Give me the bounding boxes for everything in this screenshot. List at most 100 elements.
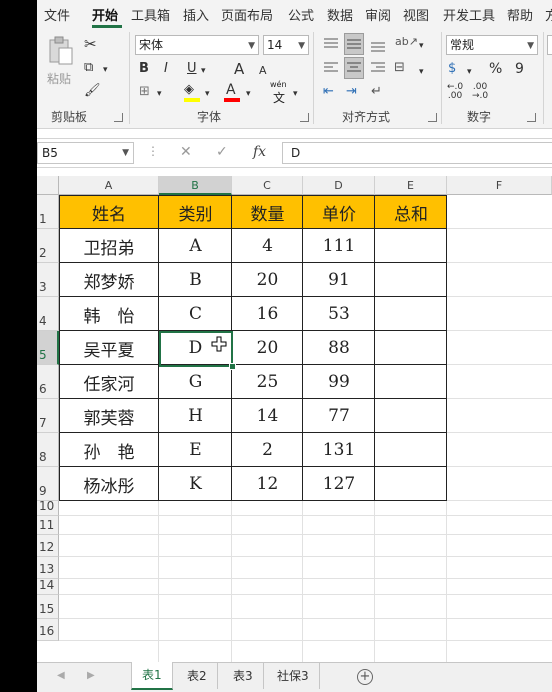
sheet-tab-1[interactable]: 表1 bbox=[131, 662, 173, 690]
decrease-decimal-icon[interactable]: .00 →.0 bbox=[472, 83, 488, 101]
shrink-font-button[interactable]: A bbox=[259, 63, 267, 79]
sheet-tab-2[interactable]: 表2 bbox=[177, 663, 218, 689]
row-header-13[interactable]: 13 bbox=[37, 557, 59, 579]
fill-handle[interactable] bbox=[229, 363, 236, 370]
tab-more[interactable]: 方 bbox=[545, 5, 552, 24]
number-format-select[interactable]: 常规 ▼ bbox=[446, 35, 538, 55]
clipboard-launcher-icon[interactable] bbox=[114, 113, 123, 122]
name-box[interactable]: B5 ▼ bbox=[37, 142, 134, 164]
border-dropdown-icon[interactable]: ▾ bbox=[157, 86, 162, 102]
row-header-14[interactable]: 14 bbox=[37, 578, 59, 595]
copy-dropdown-icon[interactable]: ▾ bbox=[103, 62, 108, 78]
table-cell[interactable] bbox=[375, 331, 447, 365]
row-header-10[interactable]: 10 bbox=[37, 499, 59, 516]
border-icon[interactable]: ⊞ bbox=[139, 84, 150, 100]
select-all-button[interactable] bbox=[37, 176, 59, 195]
row-header-16[interactable]: 16 bbox=[37, 619, 59, 641]
table-cell[interactable]: K bbox=[159, 467, 232, 501]
cut-icon[interactable]: ✂ bbox=[84, 36, 97, 52]
insert-function-button[interactable]: fx bbox=[253, 144, 266, 160]
increase-decimal-icon[interactable]: ←.0.00 bbox=[447, 83, 463, 101]
tab-insert[interactable]: 插入 bbox=[183, 5, 209, 24]
percent-button[interactable]: % bbox=[489, 61, 502, 77]
table-cell[interactable]: 卫招弟 bbox=[59, 229, 159, 263]
tab-view[interactable]: 视图 bbox=[403, 5, 429, 24]
table-cell[interactable] bbox=[375, 229, 447, 263]
table-cell[interactable]: 91 bbox=[303, 263, 375, 297]
table-cell[interactable]: E bbox=[159, 433, 232, 467]
table-cell[interactable]: G bbox=[159, 365, 232, 399]
table-header-cell[interactable]: 总和 bbox=[375, 195, 447, 229]
fill-color-button[interactable]: ◈ bbox=[184, 82, 204, 102]
font-name-select[interactable]: 宋体 ▼ bbox=[135, 35, 259, 55]
alignment-launcher-icon[interactable] bbox=[428, 113, 437, 122]
tab-home[interactable]: 开始 bbox=[92, 5, 118, 24]
column-header-e[interactable]: E bbox=[375, 176, 447, 195]
tab-developer[interactable]: 开发工具 bbox=[443, 5, 495, 24]
prev-sheet-icon[interactable]: ◀ bbox=[57, 670, 65, 681]
row-header-6[interactable]: 6 bbox=[37, 365, 59, 399]
table-cell[interactable]: 77 bbox=[303, 399, 375, 433]
table-cell[interactable]: 127 bbox=[303, 467, 375, 501]
table-cell[interactable] bbox=[375, 399, 447, 433]
phonetic-dropdown-icon[interactable]: ▾ bbox=[293, 86, 298, 102]
column-header-c[interactable]: C bbox=[232, 176, 303, 195]
font-color-button[interactable]: A bbox=[224, 82, 244, 102]
fill-dropdown-icon[interactable]: ▾ bbox=[205, 86, 210, 102]
table-cell[interactable]: 131 bbox=[303, 433, 375, 467]
phonetic-button[interactable]: wén 文 bbox=[269, 80, 293, 105]
table-cell[interactable]: 111 bbox=[303, 229, 375, 263]
align-top-icon[interactable] bbox=[323, 37, 339, 51]
table-cell[interactable]: 16 bbox=[232, 297, 303, 331]
align-right-icon[interactable] bbox=[370, 61, 386, 75]
table-cell[interactable] bbox=[375, 467, 447, 501]
table-cell[interactable]: 25 bbox=[232, 365, 303, 399]
tab-help[interactable]: 帮助 bbox=[507, 5, 533, 24]
align-bottom-icon[interactable] bbox=[370, 39, 386, 53]
underline-dropdown-icon[interactable]: ▾ bbox=[201, 63, 206, 79]
table-cell[interactable]: 吴平夏 bbox=[59, 331, 159, 365]
sheet-tab-3[interactable]: 表3 bbox=[223, 663, 264, 689]
table-cell[interactable]: 12 bbox=[232, 467, 303, 501]
tab-toolbox[interactable]: 工具箱 bbox=[131, 5, 170, 24]
number-launcher-icon[interactable] bbox=[527, 113, 536, 122]
row-header-4[interactable]: 4 bbox=[37, 297, 59, 331]
row-header-8[interactable]: 8 bbox=[37, 433, 59, 467]
column-header-a[interactable]: A bbox=[59, 176, 159, 195]
row-header-3[interactable]: 3 bbox=[37, 263, 59, 297]
bold-button[interactable]: B bbox=[139, 61, 149, 77]
table-cell[interactable]: 14 bbox=[232, 399, 303, 433]
row-header-1[interactable]: 1 bbox=[37, 195, 59, 229]
accounting-dropdown-icon[interactable]: ▾ bbox=[467, 64, 472, 80]
row-header-11[interactable]: 11 bbox=[37, 516, 59, 535]
table-header-cell[interactable]: 类别 bbox=[159, 195, 232, 229]
table-cell[interactable]: 任家河 bbox=[59, 365, 159, 399]
overflow-control[interactable] bbox=[547, 35, 552, 55]
orientation-icon[interactable]: ab↗ bbox=[395, 34, 418, 50]
wrap-text-icon[interactable]: ↵ bbox=[371, 84, 382, 100]
comma-style-button[interactable]: 9 bbox=[515, 61, 524, 77]
sheet-tab-4[interactable]: 社保3 bbox=[267, 663, 320, 689]
copy-icon[interactable]: ⧉ bbox=[84, 60, 93, 76]
enter-icon[interactable]: ✓ bbox=[216, 144, 228, 160]
table-cell[interactable] bbox=[375, 263, 447, 297]
merge-center-icon[interactable]: ⊟ bbox=[394, 60, 405, 76]
table-cell[interactable]: 99 bbox=[303, 365, 375, 399]
tab-review[interactable]: 审阅 bbox=[365, 5, 391, 24]
formula-input[interactable]: D bbox=[282, 142, 552, 164]
grow-font-button[interactable]: A bbox=[234, 61, 244, 77]
align-center-button[interactable] bbox=[344, 57, 364, 79]
align-middle-button[interactable] bbox=[344, 33, 364, 55]
add-sheet-button[interactable]: + bbox=[357, 669, 373, 685]
tab-file[interactable]: 文件 bbox=[44, 5, 70, 24]
tab-data[interactable]: 数据 bbox=[327, 5, 353, 24]
table-cell[interactable]: 4 bbox=[232, 229, 303, 263]
format-painter-icon[interactable]: 🖌 bbox=[84, 83, 101, 99]
table-cell[interactable]: C bbox=[159, 297, 232, 331]
italic-button[interactable]: I bbox=[164, 61, 168, 77]
font-launcher-icon[interactable] bbox=[300, 113, 309, 122]
accounting-format-icon[interactable]: $ bbox=[448, 61, 456, 77]
table-cell[interactable]: 郭芙蓉 bbox=[59, 399, 159, 433]
font-color-dropdown-icon[interactable]: ▾ bbox=[246, 86, 251, 102]
align-left-icon[interactable] bbox=[323, 61, 339, 75]
